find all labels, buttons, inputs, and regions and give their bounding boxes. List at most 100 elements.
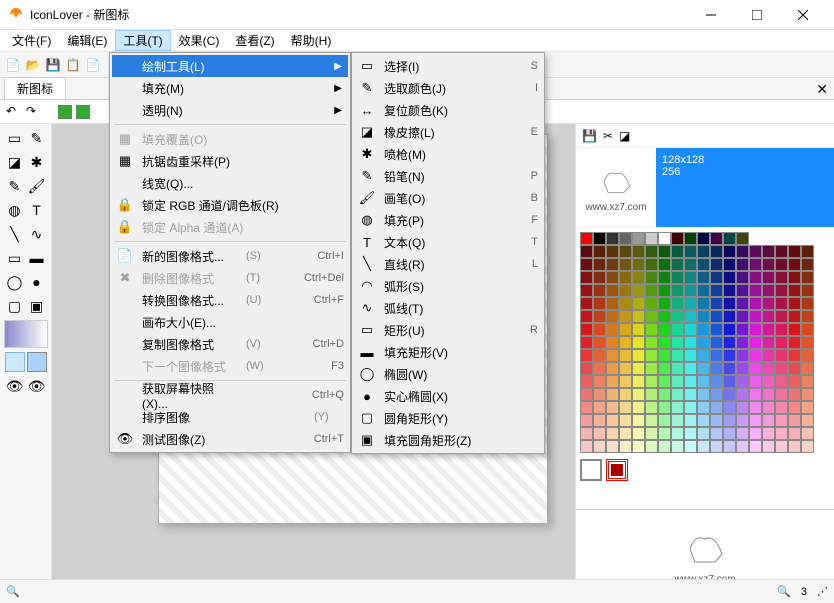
status-count: 3	[801, 586, 807, 598]
tool-rrect[interactable]: ▢	[5, 296, 25, 316]
menu-item: 下一个图像格式(W)F3	[112, 355, 348, 377]
menu-item[interactable]: 线宽(Q)...	[112, 172, 348, 194]
tool-line[interactable]: ╲	[5, 224, 25, 244]
window-title: IconLover - 新图标	[30, 6, 688, 23]
tool-tray: ▭✎ ◪✱ ✎🖌 ◍T ╲∿ ▭▬ ◯● ▢▣ 👁👁	[0, 124, 52, 599]
submenu-item[interactable]: ╲直线(R)L	[354, 253, 542, 275]
submenu-item[interactable]: ◪橡皮擦(L)E	[354, 121, 542, 143]
menu-item[interactable]: 👁测试图像(Z)Ctrl+T	[112, 428, 348, 450]
menu-item[interactable]: ▦抗锯齿重采样(P)	[112, 150, 348, 172]
qt-1[interactable]	[58, 105, 72, 119]
thumbnail-selected[interactable]: 128x128 256	[656, 148, 834, 227]
tool-spray[interactable]: ✱	[27, 152, 47, 172]
tb-save-as[interactable]: 📋	[64, 56, 82, 74]
menu-help[interactable]: 帮助(H)	[283, 30, 340, 51]
status-zoom-icon[interactable]: 🔍	[6, 585, 20, 598]
right-toolbar: 💾 ✂ ◪	[576, 124, 834, 148]
menu-item[interactable]: 转换图像格式...(U)Ctrl+F	[112, 289, 348, 311]
tool-eye1[interactable]: 👁	[5, 376, 25, 396]
submenu-item[interactable]: ✱喷枪(M)	[354, 143, 542, 165]
submenu-item[interactable]: ✎选取颜色(J)I	[354, 77, 542, 99]
submenu-item[interactable]: T文本(Q)T	[354, 231, 542, 253]
menu-item[interactable]: 透明(N)▶	[112, 99, 348, 121]
menu-item[interactable]: 📄新的图像格式...(S)Ctrl+I	[112, 245, 348, 267]
close-button[interactable]	[780, 0, 826, 30]
maximize-button[interactable]	[734, 0, 780, 30]
tool-frrect[interactable]: ▣	[27, 296, 47, 316]
submenu-item[interactable]: ◍填充(P)F	[354, 209, 542, 231]
tool-brush[interactable]: 🖌	[27, 176, 47, 196]
background-color[interactable]	[27, 352, 47, 372]
tool-text[interactable]: T	[27, 200, 47, 220]
thumb-size: 128x128	[662, 154, 828, 166]
gradient-preview	[4, 320, 48, 348]
tool-fill[interactable]: ◍	[5, 200, 25, 220]
draw-tools-submenu: ▭选择(I)S✎选取颜色(J)I↔复位颜色(K)◪橡皮擦(L)E✱喷枪(M)✎铅…	[351, 52, 545, 454]
submenu-item[interactable]: ↔复位颜色(K)	[354, 99, 542, 121]
right-panel: 💾 ✂ ◪ www.xz7.com 128x128 256 www.xz7.co…	[575, 124, 834, 599]
color-palette[interactable]	[576, 228, 834, 509]
minimize-button[interactable]	[688, 0, 734, 30]
tool-select[interactable]: ▭	[5, 128, 25, 148]
submenu-item[interactable]: ◠弧形(S)	[354, 275, 542, 297]
submenu-item[interactable]: 🖌画笔(O)B	[354, 187, 542, 209]
menu-item[interactable]: 复制图像格式(V)Ctrl+D	[112, 333, 348, 355]
undo-icon[interactable]: ↶	[6, 104, 22, 120]
tools-menu-dropdown: 绘制工具(L)▶填充(M)▶透明(N)▶ ▦填充覆盖(O)▦抗锯齿重采样(P)线宽…	[109, 52, 351, 453]
menu-item[interactable]: 排序图像(Y)	[112, 406, 348, 428]
qt-2[interactable]	[76, 105, 90, 119]
status-resize-grip[interactable]: ⋰	[817, 585, 828, 598]
submenu-item[interactable]: ●实心椭圆(X)	[354, 385, 542, 407]
redo-icon[interactable]: ↷	[26, 104, 42, 120]
tool-eye2[interactable]: 👁	[27, 376, 47, 396]
thumbnail-row: www.xz7.com 128x128 256	[576, 148, 834, 228]
submenu-item[interactable]: ▬填充矩形(V)	[354, 341, 542, 363]
menu-view[interactable]: 查看(Z)	[227, 30, 282, 51]
menu-file[interactable]: 文件(F)	[4, 30, 59, 51]
menubar: 文件(F) 编辑(E) 工具(T) 效果(C) 查看(Z) 帮助(H)	[0, 30, 834, 52]
menu-item[interactable]: 🔒锁定 RGB 通道/调色板(R)	[112, 194, 348, 216]
menu-item: 🔒锁定 Alpha 通道(A)	[112, 216, 348, 238]
tool-fellipse[interactable]: ●	[27, 272, 47, 292]
submenu-item[interactable]: ✎铅笔(N)P	[354, 165, 542, 187]
tool-rect[interactable]: ▭	[5, 248, 25, 268]
submenu-item[interactable]: ▭矩形(U)R	[354, 319, 542, 341]
rt-save-icon[interactable]: 💾	[582, 129, 597, 143]
tb-new[interactable]: 📄	[4, 56, 22, 74]
submenu-item[interactable]: ▣填充圆角矩形(Z)	[354, 429, 542, 451]
status-zoom-out-icon[interactable]: 🔍	[777, 585, 791, 598]
tool-frect[interactable]: ▬	[27, 248, 47, 268]
menu-item[interactable]: 绘制工具(L)▶	[112, 55, 348, 77]
document-tab[interactable]: 新图标	[4, 77, 66, 99]
thumb-colors: 256	[662, 166, 828, 178]
foreground-color[interactable]	[5, 352, 25, 372]
titlebar: IconLover - 新图标	[0, 0, 834, 30]
tab-close-icon[interactable]: ✕	[816, 81, 828, 98]
menu-tools[interactable]: 工具(T)	[115, 30, 170, 51]
tb-open[interactable]: 📂	[24, 56, 42, 74]
app-icon	[8, 7, 24, 23]
tool-pencil[interactable]: ✎	[5, 176, 25, 196]
tb-copy[interactable]: 📄	[84, 56, 102, 74]
thumb-caption: www.xz7.com	[585, 202, 646, 213]
rt-erase-icon[interactable]: ◪	[619, 129, 630, 143]
tool-eraser[interactable]: ◪	[5, 152, 25, 172]
submenu-item[interactable]: ▭选择(I)S	[354, 55, 542, 77]
tool-ellipse[interactable]: ◯	[5, 272, 25, 292]
statusbar: 🔍 🔍 3 ⋰	[0, 579, 834, 603]
menu-item[interactable]: 填充(M)▶	[112, 77, 348, 99]
submenu-item[interactable]: ∿弧线(T)	[354, 297, 542, 319]
tool-curve[interactable]: ∿	[27, 224, 47, 244]
tool-picker[interactable]: ✎	[27, 128, 47, 148]
submenu-item[interactable]: ▢圆角矩形(Y)	[354, 407, 542, 429]
thumbnail-preview[interactable]: www.xz7.com	[576, 148, 656, 227]
menu-edit[interactable]: 编辑(E)	[59, 30, 115, 51]
menu-item: ▦填充覆盖(O)	[112, 128, 348, 150]
menu-effects[interactable]: 效果(C)	[171, 30, 228, 51]
menu-item: ✖删除图像格式(T)Ctrl+Del	[112, 267, 348, 289]
submenu-item[interactable]: ◯椭圆(W)	[354, 363, 542, 385]
tb-save[interactable]: 💾	[44, 56, 62, 74]
menu-item[interactable]: 画布大小(E)...	[112, 311, 348, 333]
rt-cut-icon[interactable]: ✂	[603, 129, 613, 143]
menu-item[interactable]: 获取屏幕快照(X)...Ctrl+Q	[112, 384, 348, 406]
